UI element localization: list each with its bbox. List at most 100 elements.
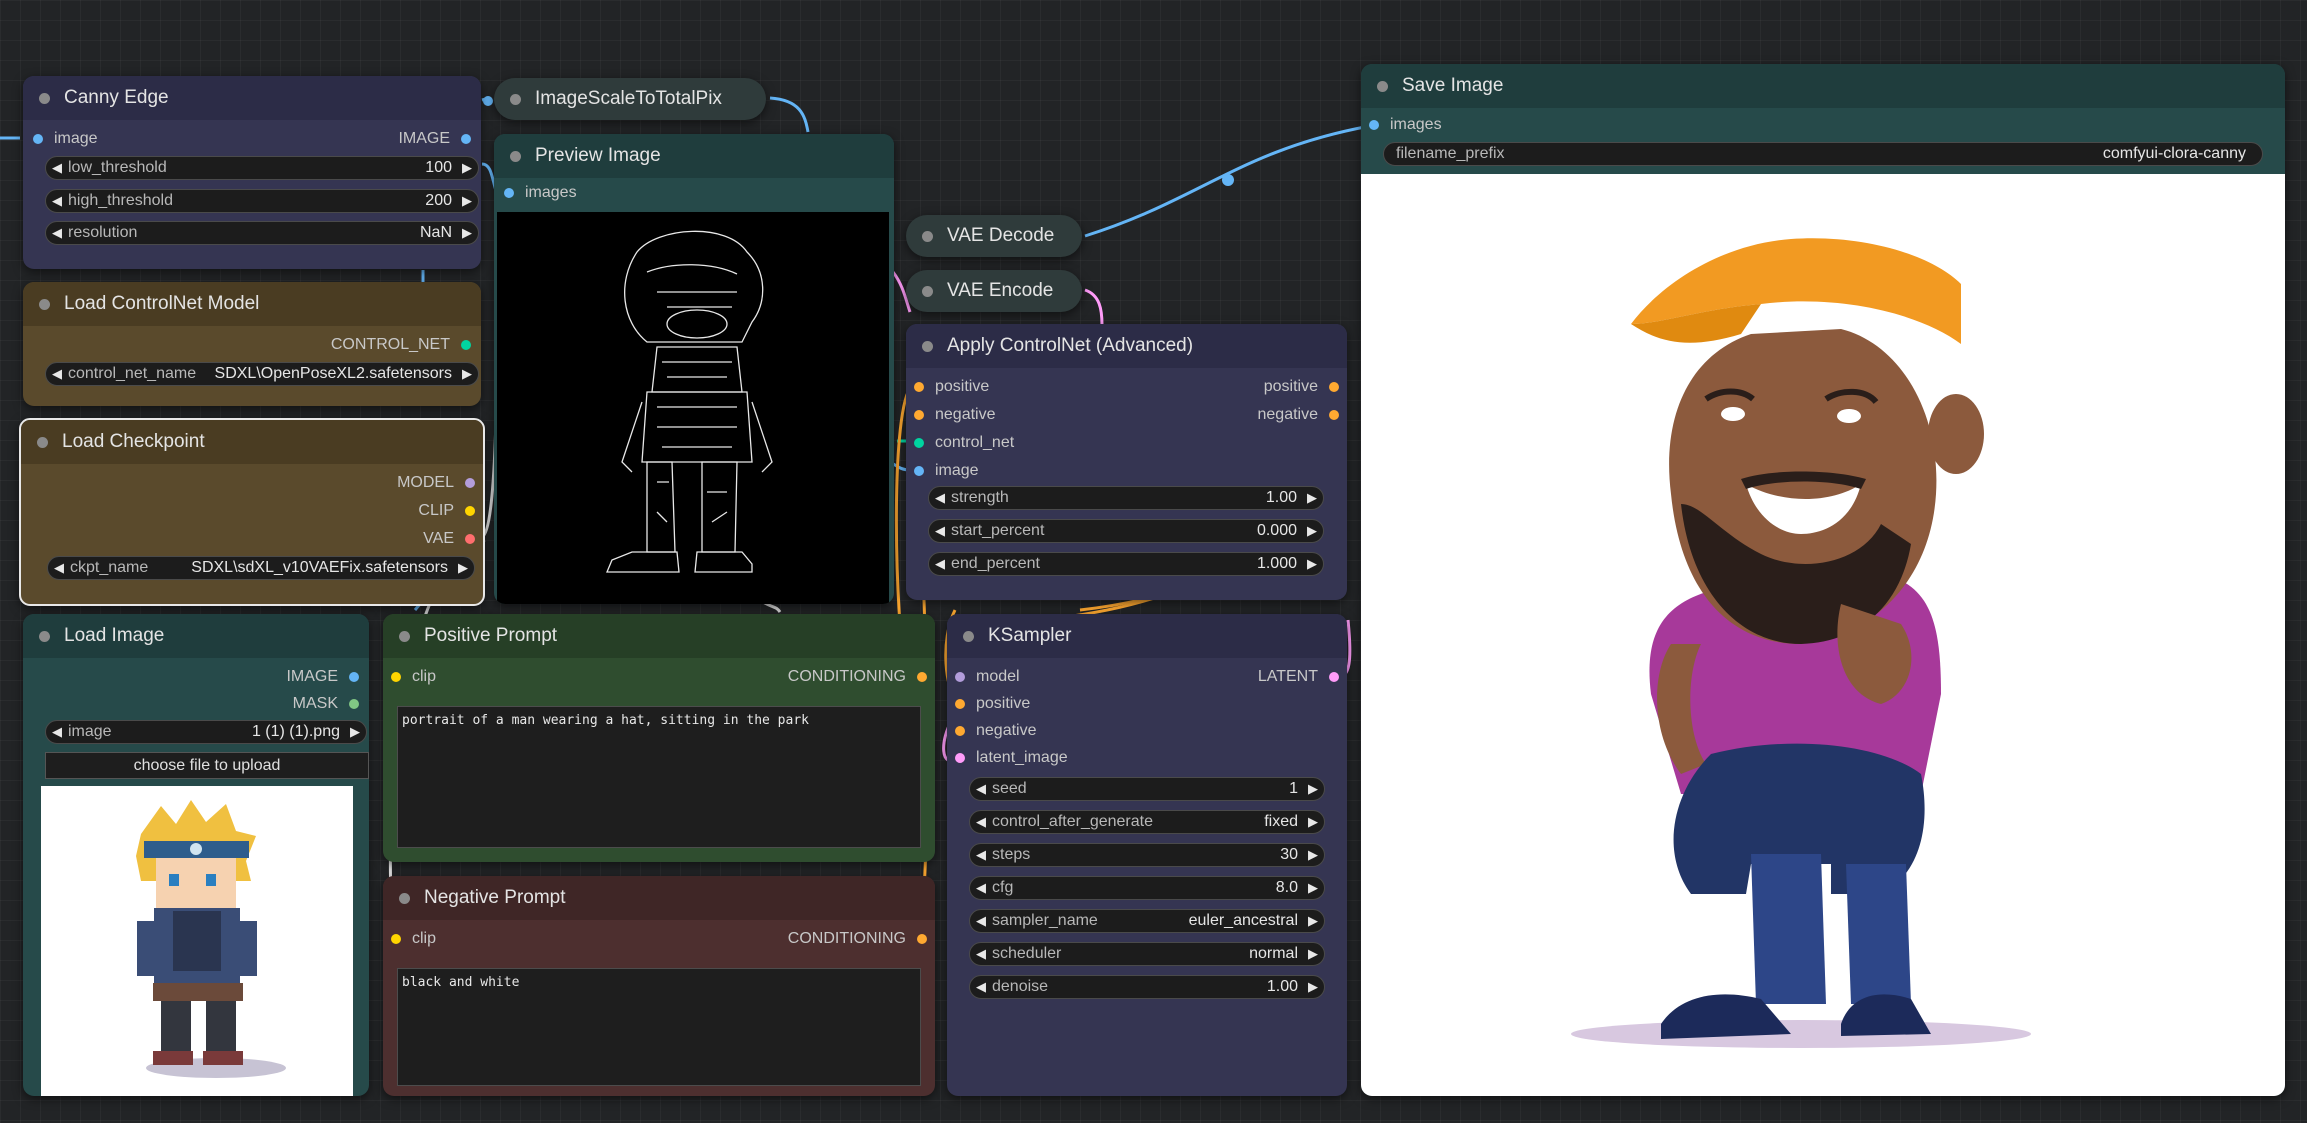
socket-dot[interactable] [461, 340, 471, 350]
decrement-arrow-icon[interactable]: ◀ [970, 979, 992, 995]
socket-dot[interactable] [465, 478, 475, 488]
output-image[interactable]: IMAGE [398, 130, 471, 148]
output-positive[interactable]: positive [1264, 378, 1339, 396]
scheduler-widget[interactable]: ◀ scheduler normal ▶ [969, 942, 1325, 966]
high-threshold-widget[interactable]: ◀ high_threshold 200 ▶ [45, 189, 479, 213]
socket-dot[interactable] [1329, 672, 1339, 682]
output-image[interactable]: IMAGE [286, 668, 359, 686]
load-image-node[interactable]: Load Image IMAGE MASK ◀ image 1 (1) (1).pn… [23, 614, 369, 1096]
cfg-widget[interactable]: ◀ cfg 8.0 ▶ [969, 876, 1325, 900]
socket-dot[interactable] [917, 672, 927, 682]
socket-dot[interactable] [465, 534, 475, 544]
collapse-dot[interactable] [39, 630, 50, 642]
node-title-bar[interactable]: Apply ControlNet (Advanced) [906, 324, 1347, 368]
increment-arrow-icon[interactable]: ▶ [456, 193, 478, 209]
node-title-bar[interactable]: Load Image [23, 614, 369, 658]
steps-widget[interactable]: ◀ steps 30 ▶ [969, 843, 1325, 867]
negative-prompt-textarea[interactable]: black and white [397, 968, 921, 1086]
node-title-bar[interactable]: Negative Prompt [383, 876, 935, 920]
apply-controlnet-node[interactable]: Apply ControlNet (Advanced) positive neg… [906, 324, 1347, 600]
collapse-dot[interactable] [963, 630, 974, 642]
socket-dot[interactable] [33, 134, 43, 144]
end-percent-widget[interactable]: ◀ end_percent 1.000 ▶ [928, 552, 1324, 576]
increment-arrow-icon[interactable]: ▶ [344, 724, 366, 740]
socket-dot[interactable] [349, 672, 359, 682]
input-images[interactable]: images [1369, 116, 1442, 134]
positive-prompt-textarea[interactable]: portrait of a man wearing a hat, sitting… [397, 706, 921, 848]
socket-dot[interactable] [914, 410, 924, 420]
control-after-generate-widget[interactable]: ◀ control_after_generate fixed ▶ [969, 810, 1325, 834]
increment-arrow-icon[interactable]: ▶ [1302, 847, 1324, 863]
positive-prompt-node[interactable]: Positive Prompt clip CONDITIONING portra… [383, 614, 935, 862]
input-clip[interactable]: clip [391, 668, 436, 686]
increment-arrow-icon[interactable]: ▶ [1302, 946, 1324, 962]
increment-arrow-icon[interactable]: ▶ [1301, 523, 1323, 539]
input-positive[interactable]: positive [914, 378, 989, 396]
input-latent-image[interactable]: latent_image [955, 749, 1068, 767]
socket-dot[interactable] [391, 934, 401, 944]
collapse-dot[interactable] [1377, 80, 1388, 92]
seed-widget[interactable]: ◀ seed 1 ▶ [969, 777, 1325, 801]
collapse-dot[interactable] [922, 340, 933, 352]
sampler-name-widget[interactable]: ◀ sampler_name euler_ancestral ▶ [969, 909, 1325, 933]
node-title-bar[interactable]: KSampler [947, 614, 1347, 658]
node-title-bar[interactable]: ImageScaleToTotalPix [494, 78, 766, 120]
increment-arrow-icon[interactable]: ▶ [1302, 880, 1324, 896]
socket-dot[interactable] [504, 188, 514, 198]
denoise-widget[interactable]: ◀ denoise 1.00 ▶ [969, 975, 1325, 999]
input-control-net[interactable]: control_net [914, 434, 1014, 452]
node-title-bar[interactable]: Load ControlNet Model [23, 282, 481, 326]
strength-widget[interactable]: ◀ strength 1.00 ▶ [928, 486, 1324, 510]
resolution-widget[interactable]: ◀ resolution NaN ▶ [45, 221, 479, 245]
output-clip[interactable]: CLIP [418, 502, 475, 520]
socket-dot[interactable] [955, 753, 965, 763]
increment-arrow-icon[interactable]: ▶ [456, 366, 478, 382]
output-conditioning[interactable]: CONDITIONING [788, 930, 927, 948]
socket-dot[interactable] [955, 672, 965, 682]
start-percent-widget[interactable]: ◀ start_percent 0.000 ▶ [928, 519, 1324, 543]
decrement-arrow-icon[interactable]: ◀ [970, 946, 992, 962]
socket-dot[interactable] [1329, 382, 1339, 392]
input-negative[interactable]: negative [955, 722, 1037, 740]
decrement-arrow-icon[interactable]: ◀ [46, 366, 68, 382]
socket-dot[interactable] [461, 134, 471, 144]
socket-dot[interactable] [349, 699, 359, 709]
output-control-net[interactable]: CONTROL_NET [331, 336, 471, 354]
collapse-dot[interactable] [39, 92, 50, 104]
increment-arrow-icon[interactable]: ▶ [1301, 490, 1323, 506]
node-title-bar[interactable]: Positive Prompt [383, 614, 935, 658]
input-clip[interactable]: clip [391, 930, 436, 948]
increment-arrow-icon[interactable]: ▶ [456, 160, 478, 176]
socket-dot[interactable] [917, 934, 927, 944]
choose-file-button[interactable]: choose file to upload [45, 752, 369, 779]
collapse-dot[interactable] [922, 230, 933, 242]
socket-dot[interactable] [1369, 120, 1379, 130]
increment-arrow-icon[interactable]: ▶ [1302, 814, 1324, 830]
socket-dot[interactable] [465, 506, 475, 516]
node-title-bar[interactable]: Canny Edge [23, 76, 481, 120]
collapse-dot[interactable] [510, 150, 521, 162]
socket-dot[interactable] [914, 382, 924, 392]
preview-image-node[interactable]: Preview Image images [494, 134, 894, 604]
socket-dot[interactable] [914, 438, 924, 448]
load-checkpoint-node[interactable]: Load Checkpoint MODEL CLIP VAE ◀ ckpt_nam… [19, 418, 485, 606]
socket-dot[interactable] [391, 672, 401, 682]
socket-dot[interactable] [1329, 410, 1339, 420]
output-latent[interactable]: LATENT [1258, 668, 1339, 686]
socket-dot[interactable] [955, 699, 965, 709]
increment-arrow-icon[interactable]: ▶ [1302, 913, 1324, 929]
increment-arrow-icon[interactable]: ▶ [1301, 556, 1323, 572]
save-image-node[interactable]: Save Image images filename_prefix comfyui… [1361, 64, 2285, 1096]
output-negative[interactable]: negative [1258, 406, 1339, 424]
image-scale-node[interactable]: ImageScaleToTotalPix [494, 78, 766, 120]
input-image[interactable]: image [33, 130, 98, 148]
output-mask[interactable]: MASK [293, 695, 359, 713]
input-positive[interactable]: positive [955, 695, 1030, 713]
decrement-arrow-icon[interactable]: ◀ [46, 225, 68, 241]
collapse-dot[interactable] [510, 93, 521, 105]
input-model[interactable]: model [955, 668, 1020, 686]
output-vae[interactable]: VAE [423, 530, 475, 548]
filename-prefix-widget[interactable]: filename_prefix comfyui-clora-canny [1383, 142, 2263, 166]
node-title-bar[interactable]: VAE Encode [906, 270, 1082, 312]
node-title-bar[interactable]: Preview Image [494, 134, 894, 178]
